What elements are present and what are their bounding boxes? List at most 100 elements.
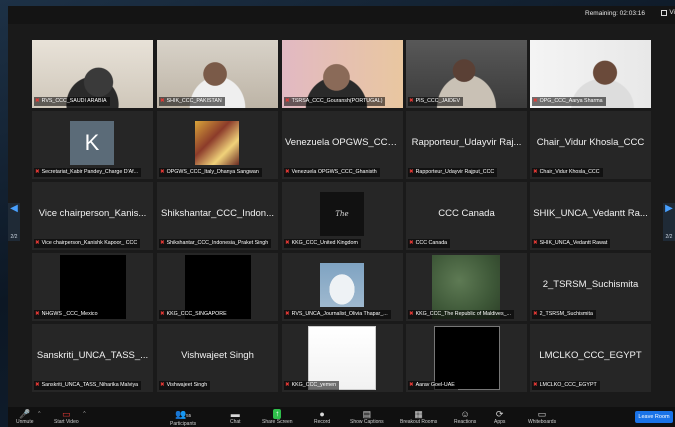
- participant-tile[interactable]: ✖ PIS_CCC_JAIDEV: [406, 40, 527, 108]
- participant-tile[interactable]: Vice chairperson_Kanis... ✖ Vice chairpers…: [32, 182, 153, 250]
- participant-name: 2_TSRSM_Suchismita: [539, 311, 593, 317]
- participant-name: Sanskriti_UNCA_TASS_Niharika Malviya: [41, 382, 139, 388]
- record-button[interactable]: ● Record: [314, 409, 330, 425]
- breakout-rooms-button[interactable]: ▦ Breakout Rooms: [400, 409, 437, 425]
- muted-microphone-icon: ✖: [285, 311, 290, 317]
- participant-name-label: ✖ Secretariat_Kabir Pandey_Charge D'Af...: [34, 168, 142, 177]
- unmute-button[interactable]: 🎤 Unmute ^: [16, 409, 41, 425]
- participant-tile[interactable]: ✖ TSRSA_CCC_Gouransh(PORTUGAL): [282, 40, 403, 108]
- record-icon: ●: [319, 409, 325, 419]
- participant-name-label: ✖ NHGWS _CCC_Mexico: [34, 310, 101, 319]
- participant-name-label: ✖ OPG_CCC_Aarya Sharma: [532, 97, 606, 106]
- participant-tile[interactable]: Rapporteur_Udayvir Raj... ✖ Rapporteur_Uda…: [406, 111, 527, 179]
- next-page-button[interactable]: ▶ 2/2: [663, 203, 675, 241]
- muted-microphone-icon: ✖: [285, 382, 290, 388]
- participant-tile[interactable]: Venezuela OPGWS_CCC_... ✖ Venezuela OPGWS_…: [282, 111, 403, 179]
- apps-button[interactable]: ⟳ Apps: [494, 409, 505, 425]
- participant-tile[interactable]: Chair_Vidur Khosla_CCC ✖ Chair_Vidur Khosl…: [530, 111, 651, 179]
- leave-room-button[interactable]: Leave Room: [635, 411, 673, 423]
- meeting-top-bar: Remaining: 02:03:16 Vi: [8, 6, 675, 24]
- participant-tile[interactable]: CCC Canada ✖ CCC Canada: [406, 182, 527, 250]
- whiteboards-label: Whiteboards: [528, 419, 557, 425]
- participant-name: OPG_CCC_Aarya Sharma: [539, 98, 603, 104]
- chevron-up-icon[interactable]: ^: [83, 411, 85, 417]
- participant-tile[interactable]: 2_TSRSM_Suchismita ✖ 2_TSRSM_Suchismita: [530, 253, 651, 321]
- participant-name: KKG_CCC_The Republic of Maldives_...: [415, 311, 511, 317]
- breakout-rooms-label: Breakout Rooms: [400, 419, 438, 425]
- muted-microphone-icon: ✖: [35, 240, 40, 246]
- participant-tile[interactable]: Shikshantar_CCC_Indon... ✖ Shikshantar_CCC…: [157, 182, 278, 250]
- participant-tile[interactable]: Sanskriti_UNCA_TASS_... ✖ Sanskriti_UNCA_T…: [32, 324, 153, 392]
- participant-tile[interactable]: ✖ Aarav Goel-UAE: [406, 324, 527, 392]
- muted-microphone-icon: ✖: [533, 382, 538, 388]
- start-video-button[interactable]: ▭ Start Video ^: [54, 409, 86, 425]
- participant-name: Aarav Goel-UAE: [415, 382, 455, 388]
- participant-display-name: Venezuela OPGWS_CCC_...: [285, 137, 400, 148]
- show-captions-button[interactable]: ▤ Show Captions: [350, 409, 384, 425]
- participant-name: NHGWS _CCC_Mexico: [41, 311, 98, 317]
- participant-display-name: SHIK_UNCA_Vedantt Ra...: [533, 208, 648, 219]
- previous-page-button[interactable]: ◀ 2/2: [8, 203, 20, 241]
- reactions-label: Reactions: [454, 419, 477, 425]
- grid-view-icon: [661, 9, 668, 16]
- participant-name-label: ✖ RVS_UNCA_Journalist_Olivia Thapar_...: [284, 310, 391, 319]
- participant-name: SHIK_UNCA_Vedantt Rawat: [539, 240, 608, 246]
- muted-microphone-icon: ✖: [409, 382, 414, 388]
- show-captions-label: Show Captions: [350, 419, 384, 425]
- chat-button[interactable]: ▬ Chat: [230, 409, 241, 425]
- share-screen-label: Share Screen: [262, 419, 293, 425]
- muted-microphone-icon: ✖: [409, 311, 414, 317]
- view-button[interactable]: Vi: [661, 9, 675, 16]
- participant-name: OPGWS_CCC_Italy_Dhanya Sangwan: [166, 169, 259, 175]
- participant-tile[interactable]: LMCLKO_CCC_EGYPT ✖ LMCLKO_CCC_EGYPT: [530, 324, 651, 392]
- participant-tile[interactable]: ✖ OPG_CCC_Aarya Sharma: [530, 40, 651, 108]
- video-thumbnail: [195, 121, 239, 165]
- participant-tile[interactable]: ✖ SHIK_CCC_PAKISTAN: [157, 40, 278, 108]
- muted-microphone-icon: ✖: [533, 240, 538, 246]
- participant-name-label: ✖ Chair_Vidur Khosla_CCC: [532, 168, 603, 177]
- participant-name-label: ✖ RVS_CCC_SAUDI ARABIA: [34, 97, 110, 106]
- chevron-up-icon[interactable]: ^: [38, 411, 40, 417]
- participant-display-name: Chair_Vidur Khosla_CCC: [536, 137, 645, 148]
- participant-tile[interactable]: The Awesome ✖KKG_CCC_United Kingdom: [282, 182, 403, 250]
- page-indicator-right: 2/2: [665, 234, 673, 240]
- chat-label: Chat: [230, 419, 241, 425]
- participant-tile[interactable]: ✖ RVS_CCC_SAUDI ARABIA: [32, 40, 153, 108]
- chevron-right-icon: ▶: [665, 203, 673, 214]
- participant-tile[interactable]: K ✖ Secretariat_Kabir Pandey_Charge D'Af..…: [32, 111, 153, 179]
- participant-name: SHIK_CCC_PAKISTAN: [166, 98, 222, 104]
- participant-name: CCC Canada: [415, 240, 448, 246]
- participant-name: Vice chairperson_Kanishk Kapoor_ CCC: [41, 240, 138, 246]
- participant-tile[interactable]: ✖ OPGWS_CCC_Italy_Dhanya Sangwan: [157, 111, 278, 179]
- participant-name-label: ✖ Vice chairperson_Kanishk Kapoor_ CCC: [34, 239, 141, 248]
- participant-tile[interactable]: SHIK_UNCA_Vedantt Ra... ✖ SHIK_UNCA_Vedant…: [530, 182, 651, 250]
- participant-name: KKG_CCC_yemen: [291, 382, 337, 388]
- remaining-time: Remaining: 02:03:16: [585, 10, 645, 17]
- whiteboard-icon: ▭: [537, 409, 547, 419]
- participant-tile[interactable]: ✖ KKG_CCC_The Republic of Maldives_...: [406, 253, 527, 321]
- meeting-toolbar: 🎤 Unmute ^ ▭ Start Video ^ 👥55 Participa…: [8, 407, 675, 427]
- participant-name: PIS_CCC_JAIDEV: [415, 98, 461, 104]
- muted-microphone-icon: ✖: [160, 169, 165, 175]
- participant-name: Chair_Vidur Khosla_CCC: [539, 169, 600, 175]
- muted-microphone-icon: ✖: [285, 98, 290, 104]
- reactions-button[interactable]: ☺ Reactions: [454, 409, 476, 425]
- participant-tile[interactable]: ✖ NHGWS _CCC_Mexico: [32, 253, 153, 321]
- muted-microphone-icon: ✖: [160, 311, 165, 317]
- record-label: Record: [314, 419, 331, 425]
- participant-name-label: ✖ KKG_CCC_United Kingdom: [284, 239, 361, 248]
- participant-tile[interactable]: ✖ KKG_CCC_yemen: [282, 324, 403, 392]
- unmute-label: Unmute: [16, 419, 34, 425]
- participant-tile[interactable]: Vishwajeet Singh ✖ Vishwajeet Singh: [157, 324, 278, 392]
- participant-name-label: ✖ KKG_CCC_SINGAPORE: [159, 310, 230, 319]
- participants-button[interactable]: 👥55 Participants: [170, 409, 196, 427]
- participants-label: Participants: [170, 421, 197, 427]
- muted-microphone-icon: ✖: [160, 382, 165, 388]
- whiteboards-button[interactable]: ▭ Whiteboards: [528, 409, 556, 425]
- participant-display-name: Shikshantar_CCC_Indon...: [160, 208, 274, 219]
- participant-tile[interactable]: ✖ RVS_UNCA_Journalist_Olivia Thapar_...: [282, 253, 403, 321]
- participant-tile[interactable]: ✖ KKG_CCC_SINGAPORE: [157, 253, 278, 321]
- participant-name-label: ✖ TSRSA_CCC_Gouransh(PORTUGAL): [284, 97, 386, 106]
- share-screen-button[interactable]: ↑ Share Screen: [262, 409, 293, 425]
- participant-name-label: ✖ KKG_CCC_yemen: [284, 381, 340, 390]
